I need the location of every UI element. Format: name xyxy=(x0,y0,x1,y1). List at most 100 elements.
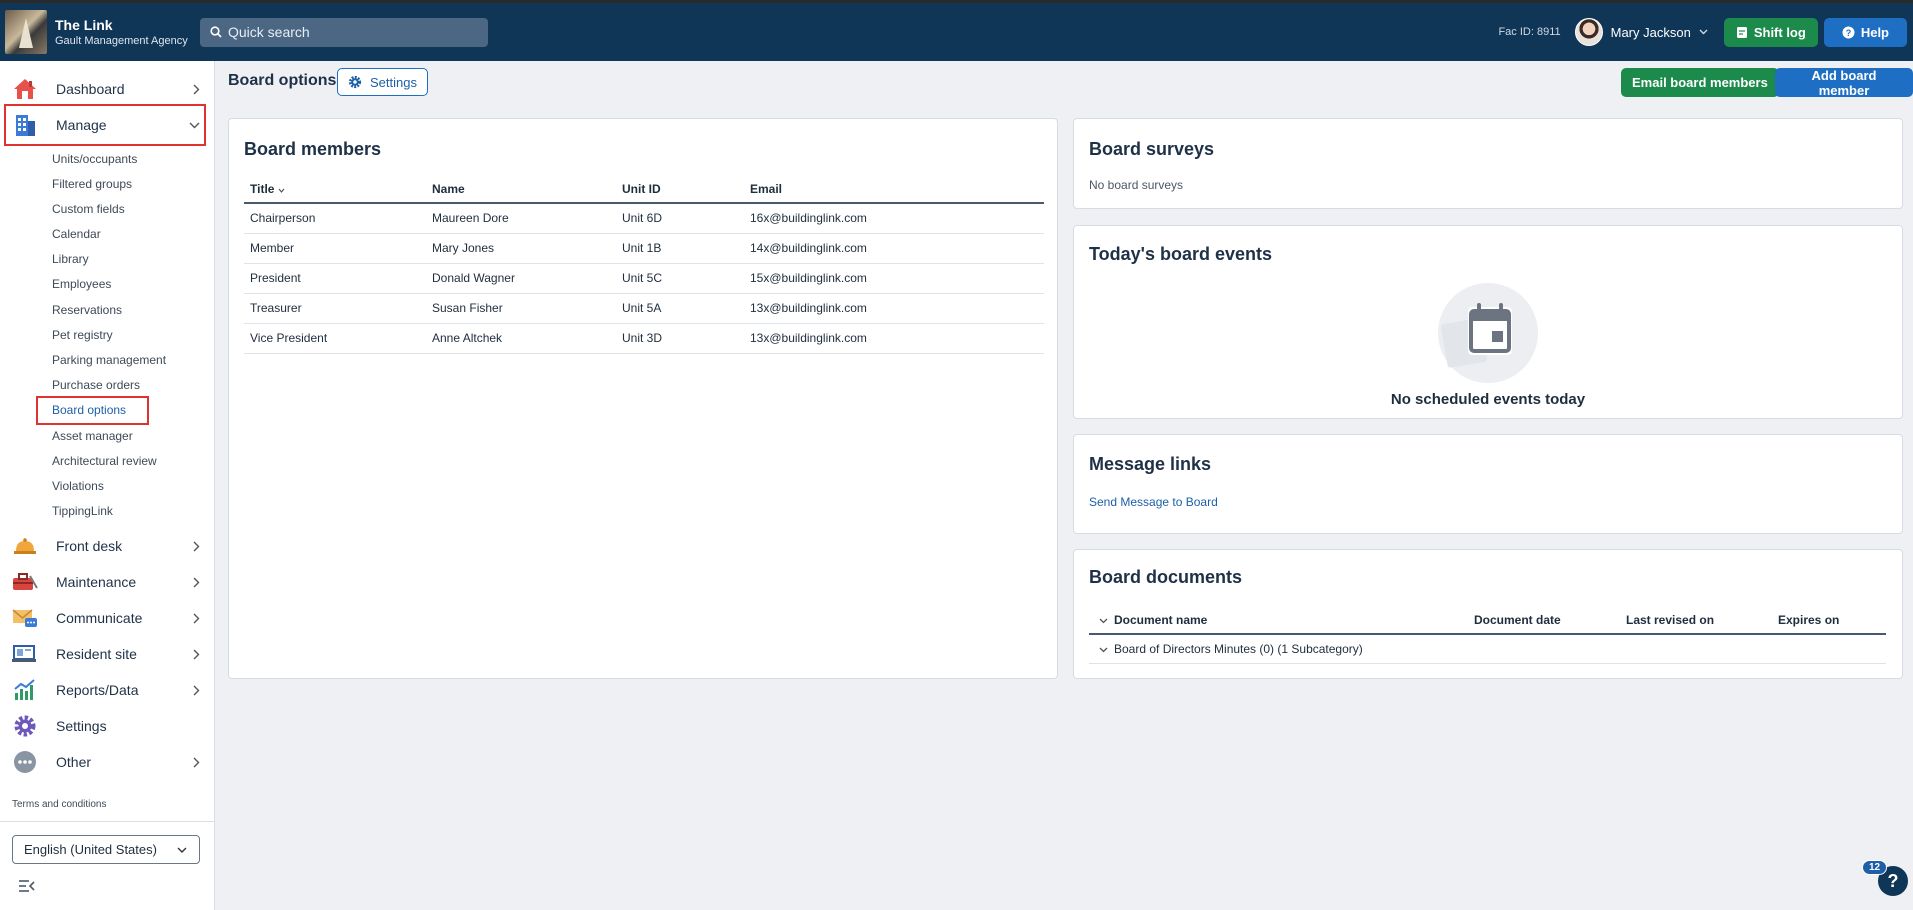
sidebar-item-label: Settings xyxy=(56,718,107,734)
col-document-name-label: Document name xyxy=(1114,612,1208,627)
settings-button[interactable]: Settings xyxy=(337,68,428,96)
collapse-menu-icon[interactable] xyxy=(18,879,36,893)
sub-item-units-occupants[interactable]: Units/occupants xyxy=(52,152,137,166)
sidebar-item-other[interactable]: Other xyxy=(6,746,204,778)
shift-log-button[interactable]: Shift log xyxy=(1723,17,1818,47)
table-row[interactable]: Treasurer Susan Fisher Unit 5A 13x@build… xyxy=(244,293,1044,324)
chart-icon xyxy=(12,678,38,702)
col-expires-on[interactable]: Expires on xyxy=(1778,606,1886,635)
cell-email: 13x@buildinglink.com xyxy=(744,293,1044,324)
gear-icon xyxy=(348,75,362,89)
sub-item-purchase-orders[interactable]: Purchase orders xyxy=(52,378,140,392)
sub-item-violations[interactable]: Violations xyxy=(52,479,104,493)
search-input[interactable] xyxy=(228,24,468,40)
cell-unit: Unit 6D xyxy=(616,203,744,234)
sidebar-item-maintenance[interactable]: Maintenance xyxy=(6,566,204,598)
col-document-name[interactable]: Document name xyxy=(1089,606,1474,635)
envelope-icon xyxy=(12,606,38,630)
fac-id: Fac ID: 8911 xyxy=(1498,26,1561,38)
sub-item-calendar[interactable]: Calendar xyxy=(52,227,101,241)
table-row[interactable]: Vice President Anne Altchek Unit 3D 13x@… xyxy=(244,323,1044,354)
sub-item-pet-registry[interactable]: Pet registry xyxy=(52,328,113,342)
brand[interactable]: The Link Gault Management Agency xyxy=(0,10,200,54)
settings-label: Settings xyxy=(370,74,417,90)
chevron-right-icon xyxy=(193,541,200,551)
sidebar-item-front-desk[interactable]: Front desk xyxy=(6,530,204,562)
sidebar-item-manage[interactable]: Manage xyxy=(4,104,206,146)
cell-email: 16x@buildinglink.com xyxy=(744,203,1044,234)
cell-name: Susan Fisher xyxy=(426,293,616,324)
notification-badge: 12 xyxy=(1862,860,1888,875)
sub-item-employees[interactable]: Employees xyxy=(52,277,111,291)
document-category-label: Board of Directors Minutes (0) (1 Subcat… xyxy=(1114,641,1363,656)
sub-item-tippinglink[interactable]: TippingLink xyxy=(52,504,113,518)
sidebar-item-reports-data[interactable]: Reports/Data xyxy=(6,674,204,706)
sub-item-parking-management[interactable]: Parking management xyxy=(52,353,166,367)
toolbox-icon xyxy=(12,570,38,594)
brand-title: The Link xyxy=(55,17,113,33)
col-document-date[interactable]: Document date xyxy=(1474,606,1626,635)
sub-item-filtered-groups[interactable]: Filtered groups xyxy=(52,177,132,191)
col-unit-id[interactable]: Unit ID xyxy=(616,175,744,204)
chevron-right-icon xyxy=(193,757,200,767)
sidebar-item-label: Front desk xyxy=(56,538,123,554)
cell-name: Maureen Dore xyxy=(426,203,616,234)
sidebar-item-resident-site[interactable]: Resident site xyxy=(6,638,204,670)
table-row[interactable]: Chairperson Maureen Dore Unit 6D 16x@bui… xyxy=(244,203,1044,234)
table-header-row: Title Name Unit ID Email xyxy=(244,175,1044,204)
sub-item-asset-manager[interactable]: Asset manager xyxy=(52,429,133,443)
chevron-right-icon xyxy=(193,84,200,94)
cell-unit: Unit 3D xyxy=(616,323,744,354)
table-row[interactable]: Member Mary Jones Unit 1B 14x@buildingli… xyxy=(244,233,1044,264)
sidebar-item-settings[interactable]: Settings xyxy=(6,710,204,742)
chevron-right-icon xyxy=(193,577,200,587)
no-events-text: No scheduled events today xyxy=(1390,391,1586,408)
board-members-table: Title Name Unit ID Email Chairperson Mau… xyxy=(244,175,1044,354)
sub-item-architectural-review[interactable]: Architectural review xyxy=(52,454,157,468)
terms-link[interactable]: Terms and conditions xyxy=(12,799,107,810)
col-title-label: Title xyxy=(250,181,275,196)
cell-title: President xyxy=(244,263,426,294)
board-surveys-title: Board surveys xyxy=(1089,139,1215,159)
col-last-revised[interactable]: Last revised on xyxy=(1626,606,1778,635)
table-row[interactable]: Board of Directors Minutes (0) (1 Subcat… xyxy=(1089,634,1886,664)
send-message-link[interactable]: Send Message to Board xyxy=(1089,495,1218,509)
help-label: Help xyxy=(1860,24,1889,40)
gear-icon xyxy=(12,714,38,738)
message-links-title: Message links xyxy=(1089,454,1212,474)
email-board-members-button[interactable]: Email board members xyxy=(1621,68,1779,97)
notebook-icon xyxy=(1736,26,1747,38)
sub-item-custom-fields[interactable]: Custom fields xyxy=(52,202,125,216)
col-title[interactable]: Title xyxy=(244,175,426,204)
sub-item-board-options[interactable]: Board options xyxy=(52,403,126,417)
top-right: Fac ID: 8911 Mary Jackson Shift log ? He… xyxy=(1498,17,1913,47)
table-row[interactable]: President Donald Wagner Unit 5C 15x@buil… xyxy=(244,263,1044,294)
no-surveys-text: No board surveys xyxy=(1089,178,1184,192)
board-events-card: Today's board events No scheduled events… xyxy=(1073,225,1903,419)
cell-email: 15x@buildinglink.com xyxy=(744,263,1044,294)
sub-item-library[interactable]: Library xyxy=(52,252,89,266)
sidebar-item-label: Maintenance xyxy=(56,574,137,590)
cell-title: Vice President xyxy=(244,323,426,354)
document-category-row: Board of Directors Minutes (0) (1 Subcat… xyxy=(1089,634,1886,664)
quick-search[interactable] xyxy=(200,17,488,47)
user-name: Mary Jackson xyxy=(1610,24,1691,40)
sidebar-item-dashboard[interactable]: Dashboard xyxy=(6,73,204,105)
help-button[interactable]: ? Help xyxy=(1823,17,1907,47)
sidebar-item-communicate[interactable]: Communicate xyxy=(6,602,204,634)
add-board-member-button[interactable]: Add board member xyxy=(1775,68,1913,98)
cell-title: Member xyxy=(244,233,426,264)
chevron-down-icon xyxy=(177,847,187,853)
user-menu[interactable]: Mary Jackson xyxy=(1574,18,1708,46)
col-name[interactable]: Name xyxy=(426,175,616,204)
chevron-right-icon xyxy=(193,649,200,659)
cell-title: Chairperson xyxy=(244,203,426,234)
chevron-down-icon xyxy=(1699,29,1708,35)
col-email[interactable]: Email xyxy=(744,175,1044,204)
sub-item-reservations[interactable]: Reservations xyxy=(52,303,122,317)
language-select[interactable]: English (United States) xyxy=(12,835,200,864)
question-icon: ? xyxy=(1842,26,1855,38)
divider xyxy=(0,821,215,822)
chevron-down-icon[interactable] xyxy=(1099,647,1108,653)
chevron-down-icon xyxy=(189,122,200,128)
